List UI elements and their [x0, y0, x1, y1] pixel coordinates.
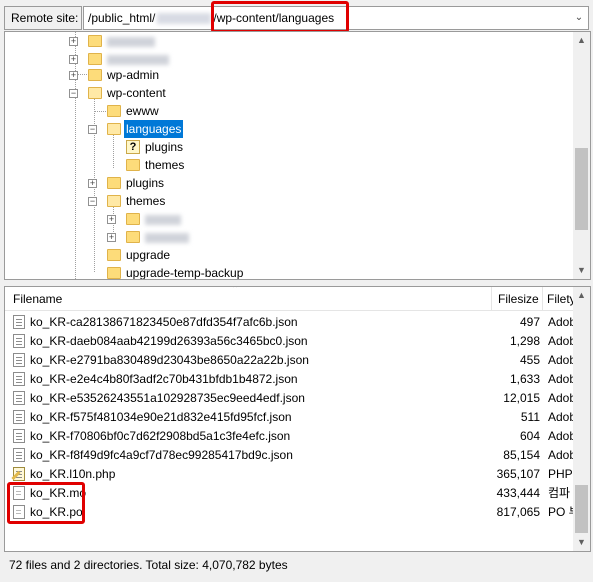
file-row[interactable]: ko_KR-f8f49d9fc4a9cf7d78ec99285417bd9c.j… [5, 446, 576, 465]
remote-file-list[interactable]: ⌃ Filename Filesize Filety ko_KR-ca28138… [4, 286, 591, 552]
remote-site-bar: Remote site: /public_html/ /wp-content/la… [4, 6, 591, 30]
scroll-thumb[interactable] [575, 485, 588, 533]
expand-icon[interactable]: + [107, 215, 116, 224]
expand-icon[interactable]: + [69, 37, 78, 46]
file-row[interactable]: ko_KR-f70806bf0c7d62f2908bd5a1c3fe4efc.j… [5, 427, 576, 446]
sort-caret-icon: ⌃ [231, 286, 240, 295]
file-row[interactable]: ko_KR-ca28138671823450e87dfd354f7afc6b.j… [5, 313, 576, 332]
scroll-thumb[interactable] [575, 148, 588, 230]
folder-icon [88, 35, 102, 47]
folder-icon [107, 267, 121, 279]
expand-icon[interactable]: + [69, 55, 78, 64]
json-file-icon [13, 410, 25, 424]
remote-path-prefix: /public_html/ [88, 11, 156, 25]
expand-icon[interactable]: + [69, 71, 78, 80]
file-row[interactable]: ko_KR.l10n.php 365,107 PHP [5, 465, 575, 484]
remote-site-label: Remote site: [4, 6, 82, 30]
collapse-icon[interactable]: − [88, 125, 97, 134]
folder-icon [107, 249, 121, 261]
file-list-header: ⌃ Filename Filesize Filety [5, 286, 576, 311]
folder-icon [88, 69, 102, 81]
column-filename[interactable]: Filename [13, 287, 62, 311]
file-row[interactable]: ko_KR.mo 433,444 컴파 [5, 484, 575, 503]
scroll-up-icon[interactable]: ▲ [573, 287, 590, 304]
remote-path-suffix: /wp-content/languages [213, 11, 335, 25]
expand-icon[interactable]: + [88, 179, 97, 188]
folder-icon [88, 53, 102, 65]
file-row[interactable]: ko_KR-e53526243551a102928735ec9eed4edf.j… [5, 389, 576, 408]
file-row[interactable]: ko_KR-e2e4c4b80f3adf2c70b431bfdb1b4872.j… [5, 370, 576, 389]
scroll-up-icon[interactable]: ▲ [573, 32, 590, 49]
column-filetype[interactable]: Filety [547, 287, 576, 311]
file-row[interactable]: ko_KR-f575f481034e90e21d832e415fd95fcf.j… [5, 408, 576, 427]
scroll-down-icon[interactable]: ▼ [573, 262, 590, 279]
chevron-down-icon[interactable]: ⌄ [572, 10, 586, 26]
tree-scrollbar[interactable]: ▲ ▼ [573, 32, 590, 279]
json-file-icon [13, 448, 25, 462]
file-list-scrollbar[interactable]: ▲ ▼ [573, 287, 590, 551]
status-bar: 72 files and 2 directories. Total size: … [4, 553, 591, 578]
document-file-icon [13, 486, 25, 500]
collapse-icon[interactable]: − [69, 89, 78, 98]
json-file-icon [13, 429, 25, 443]
json-file-icon [13, 353, 25, 367]
file-row[interactable]: ko_KR-daeb084aab42199d26393a56c3465bc0.j… [5, 332, 576, 351]
redacted-domain [157, 13, 212, 25]
folder-icon [126, 213, 140, 225]
folder-open-icon [107, 123, 121, 135]
json-file-icon [13, 391, 25, 405]
folder-open-icon [88, 87, 102, 99]
expand-icon[interactable]: + [107, 233, 116, 242]
json-file-icon [13, 372, 25, 386]
file-row[interactable]: ko_KR-e2791ba830489d23043be8650a22a22b.j… [5, 351, 576, 370]
column-filesize[interactable]: Filesize [498, 287, 539, 311]
folder-icon [107, 177, 121, 189]
collapse-icon[interactable]: − [88, 197, 97, 206]
json-file-icon [13, 315, 25, 329]
unknown-folder-icon: ? [126, 140, 140, 154]
folder-icon [126, 159, 140, 171]
folder-icon [107, 105, 121, 117]
document-file-icon [13, 505, 25, 519]
folder-open-icon [107, 195, 121, 207]
php-file-icon [13, 467, 25, 481]
file-row[interactable]: ko_KR.po 817,065 PO 부 [5, 503, 578, 522]
folder-icon [126, 231, 140, 243]
remote-directory-tree[interactable]: + + + wp-admin − wp-content ewww − langu… [4, 31, 591, 280]
remote-path-input[interactable]: /public_html/ /wp-content/languages ⌄ [83, 6, 589, 30]
scroll-down-icon[interactable]: ▼ [573, 534, 590, 551]
json-file-icon [13, 334, 25, 348]
